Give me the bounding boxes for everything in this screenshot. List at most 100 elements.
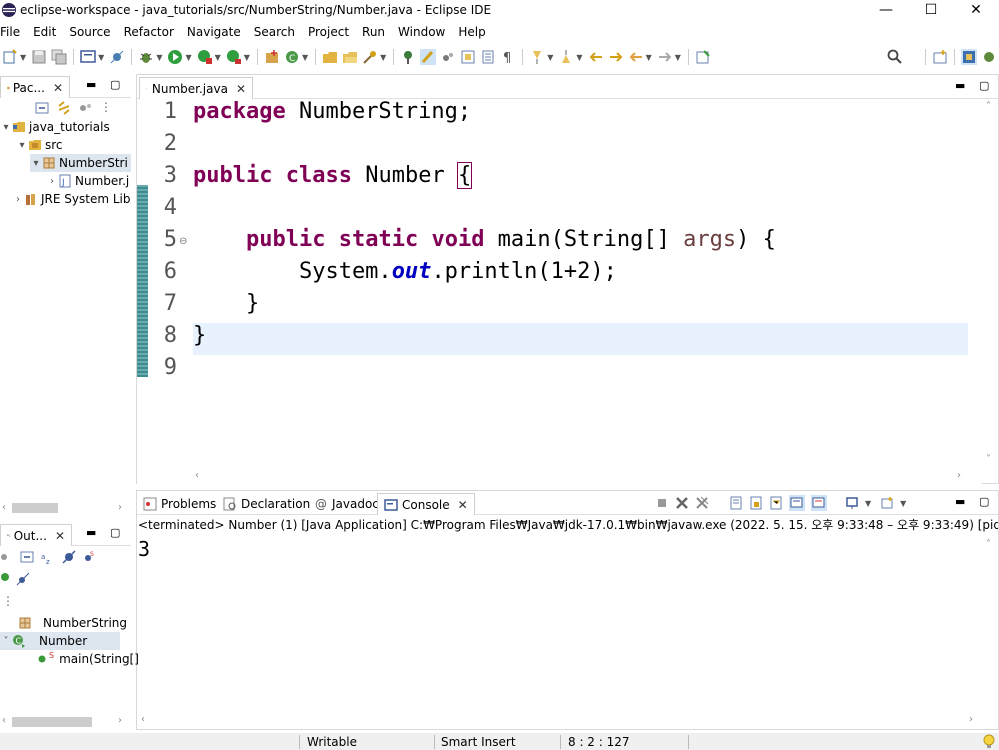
- block-select-icon[interactable]: [460, 49, 476, 65]
- scroll-left-icon[interactable]: ‹: [141, 714, 145, 725]
- maximize-panel-icon[interactable]: ▢: [110, 78, 120, 91]
- menu-file[interactable]: File: [0, 25, 27, 39]
- outline-item-method[interactable]: S main(String[]: [38, 650, 139, 668]
- code-line-3[interactable]: public class Number {: [193, 162, 968, 195]
- hide-nonpublic-icon[interactable]: [0, 572, 10, 582]
- show-on-stderr-icon[interactable]: [811, 495, 827, 511]
- remove-all-launches-icon[interactable]: [695, 496, 709, 510]
- save-icon[interactable]: [31, 49, 47, 65]
- last-edit-icon[interactable]: [588, 49, 604, 65]
- console-vscrollbar[interactable]: ˄: [982, 537, 998, 713]
- chevron-right-icon[interactable]: ›: [12, 194, 24, 205]
- pin-console-icon[interactable]: [845, 496, 859, 510]
- show-whitespace-icon[interactable]: [480, 49, 496, 65]
- menu-refactor[interactable]: Refactor: [124, 25, 181, 39]
- tab-javadoc[interactable]: @ Javadoc: [309, 493, 385, 515]
- collapse-all-icon[interactable]: [34, 100, 50, 116]
- new-class-dropdown-icon[interactable]: ▼: [302, 53, 308, 62]
- link-with-editor-icon[interactable]: [56, 100, 72, 116]
- forward-icon[interactable]: [657, 49, 673, 65]
- tip-of-the-day-icon[interactable]: [982, 734, 996, 749]
- tree-item-src[interactable]: ▾ src: [16, 136, 62, 154]
- external-tools-icon[interactable]: [226, 49, 242, 65]
- tab-number-java[interactable]: J Number.java ✕: [139, 77, 253, 99]
- outline-item-package[interactable]: NumberString: [18, 614, 127, 632]
- new-java-project-icon[interactable]: [264, 49, 280, 65]
- new-class-icon[interactable]: C: [284, 49, 300, 65]
- close-window-button[interactable]: ✕: [953, 0, 999, 20]
- code-line-6[interactable]: System.out.println(1+2);: [193, 259, 968, 291]
- minimize-panel-icon[interactable]: ▬: [86, 78, 96, 91]
- coverage-icon[interactable]: [197, 49, 213, 65]
- chevron-down-icon[interactable]: ˅: [0, 636, 12, 647]
- skip-breakpoints-icon[interactable]: [109, 49, 125, 65]
- search-tool-icon[interactable]: [362, 49, 378, 65]
- next-annotation-dropdown-icon[interactable]: ▼: [547, 53, 553, 62]
- word-wrap-icon[interactable]: [440, 49, 456, 65]
- maximize-button[interactable]: ☐: [908, 0, 954, 20]
- minimize-button[interactable]: —: [863, 0, 909, 20]
- next-annotation-icon[interactable]: [529, 49, 545, 65]
- save-all-icon[interactable]: [51, 49, 67, 65]
- outline-hscrollbar[interactable]: ‹ ›: [0, 714, 131, 730]
- collapse-all-icon[interactable]: [20, 550, 34, 564]
- minimize-panel-icon[interactable]: ▬: [955, 495, 965, 508]
- open-perspective-icon[interactable]: [932, 49, 948, 65]
- menu-edit[interactable]: Edit: [33, 25, 63, 39]
- maximize-panel-icon[interactable]: ▢: [110, 526, 120, 539]
- toggle-breadcrumb-icon[interactable]: [400, 49, 416, 65]
- tab-outline[interactable]: Out... ✕: [0, 524, 72, 546]
- run-dropdown-icon[interactable]: ▼: [185, 53, 191, 62]
- focus-icon[interactable]: [78, 100, 94, 116]
- show-on-stdout-icon[interactable]: [789, 495, 805, 511]
- minimize-panel-icon[interactable]: ▬: [955, 79, 965, 92]
- scroll-right-icon[interactable]: ›: [118, 502, 122, 513]
- menu-navigate[interactable]: Navigate: [187, 25, 248, 39]
- tree-item-java-tutorials[interactable]: ▾ java_tutorials: [0, 118, 109, 136]
- hide-static-icon[interactable]: S: [82, 550, 96, 564]
- menu-window[interactable]: Window: [398, 25, 452, 39]
- open-type-icon[interactable]: [322, 49, 338, 65]
- close-icon[interactable]: ✕: [236, 82, 246, 96]
- word-wrap-console-icon[interactable]: [769, 496, 783, 510]
- search-icon[interactable]: [887, 49, 903, 65]
- code-line-1[interactable]: package NumberString;: [193, 99, 968, 131]
- code-line-7[interactable]: }: [193, 291, 968, 323]
- terminal-dropdown-icon[interactable]: ▼: [98, 53, 104, 62]
- new-icon[interactable]: [2, 49, 18, 65]
- cursor-position-status[interactable]: 8 : 2 : 127: [568, 735, 630, 749]
- scroll-lock-icon[interactable]: [749, 496, 763, 510]
- scroll-thumb[interactable]: [12, 503, 58, 513]
- view-menu-icon[interactable]: ⋮: [100, 100, 112, 116]
- debug-perspective-icon[interactable]: [981, 49, 997, 65]
- editor-vscrollbar[interactable]: ˄ ˅: [982, 99, 998, 469]
- close-icon[interactable]: ✕: [55, 529, 65, 543]
- scroll-up-icon[interactable]: ˄: [986, 101, 991, 112]
- console-output[interactable]: 3: [138, 537, 150, 561]
- scroll-left-icon[interactable]: ‹: [2, 502, 6, 513]
- scroll-down-icon[interactable]: ˅: [986, 454, 991, 465]
- scroll-right-icon[interactable]: ›: [957, 470, 961, 481]
- scroll-thumb[interactable]: [12, 717, 92, 727]
- tree-item-package[interactable]: ▾ NumberStri: [30, 154, 131, 172]
- code-text-area[interactable]: package NumberString; public class Numbe…: [193, 99, 968, 469]
- chevron-down-icon[interactable]: ▾: [16, 140, 28, 151]
- chevron-right-icon[interactable]: ›: [46, 176, 58, 187]
- terminal-icon[interactable]: [80, 49, 96, 65]
- focus-icon[interactable]: [0, 550, 14, 564]
- coverage-dropdown-icon[interactable]: ▼: [215, 53, 221, 62]
- insert-mode-status[interactable]: Smart Insert: [441, 735, 516, 749]
- open-console-icon[interactable]: [880, 496, 894, 510]
- menu-source[interactable]: Source: [69, 25, 117, 39]
- close-icon[interactable]: ✕: [53, 81, 63, 95]
- mark-occurrences-icon[interactable]: [420, 49, 437, 65]
- previous-annotation-dropdown-icon[interactable]: ▼: [576, 53, 582, 62]
- code-line-5[interactable]: public static void main(String[] args) {: [193, 227, 968, 259]
- view-menu-icon[interactable]: ⋮: [2, 594, 14, 608]
- hide-fields-icon[interactable]: [62, 550, 76, 564]
- debug-icon[interactable]: [138, 49, 154, 65]
- package-explorer-hscrollbar[interactable]: ‹ ›: [0, 500, 131, 516]
- java-perspective-icon[interactable]: [961, 49, 977, 65]
- chevron-down-icon[interactable]: ▾: [30, 158, 42, 169]
- console-hscrollbar[interactable]: ‹ ›: [137, 713, 982, 729]
